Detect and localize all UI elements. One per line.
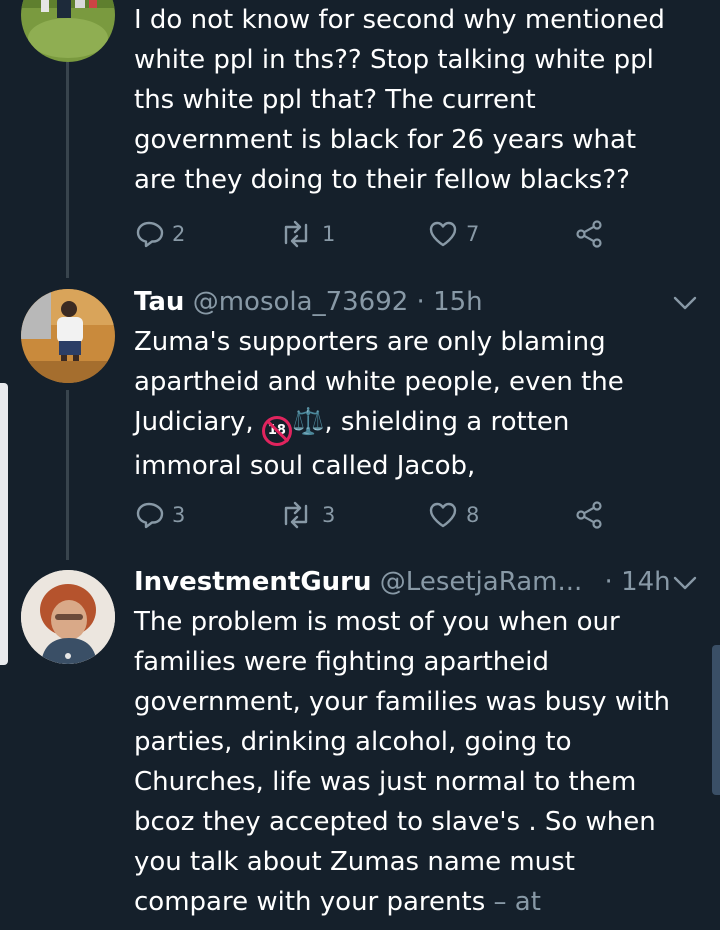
tweet-2-line: Zuma's supporters are only blaming (134, 327, 606, 357)
share-icon (576, 501, 602, 529)
tweet-3-line: bcoz they accepted to slave's . So when (134, 807, 656, 837)
chevron-down-icon[interactable] (672, 293, 698, 313)
user-handle[interactable]: @mosola_73692 (193, 287, 409, 317)
tweet-2-header: Tau @mosola_73692 · 15h (134, 286, 700, 318)
retweet-icon (284, 501, 308, 529)
reply-button[interactable]: 2 (134, 216, 185, 252)
tweet-1-line: ths white ppl that? The current (134, 85, 536, 115)
tweet-1-line: I do not know for second why mentioned (134, 5, 665, 35)
separator: · (604, 567, 613, 597)
share-icon (576, 220, 602, 248)
tweet-1-actions: 2 1 7 (134, 216, 604, 252)
tweet-3-line: Churches, life was just normal to them (134, 767, 637, 797)
tweet-3-text: The problem is most of you when our fami… (134, 602, 700, 922)
retweet-button[interactable]: 3 (278, 497, 335, 533)
chevron-down-icon[interactable] (672, 573, 698, 593)
like-count: 7 (466, 222, 480, 246)
reply-icon (136, 502, 164, 529)
reply-count: 3 (172, 503, 186, 527)
tweet-1-line: white ppl in ths?? Stop talking white pp… (134, 45, 654, 75)
avatar-tweet-1[interactable] (21, 0, 115, 62)
tweet-3-header: InvestmentGuru @LesetjaRam... · 14h (134, 566, 700, 598)
retweet-button[interactable]: 1 (278, 216, 335, 252)
like-button[interactable]: 8 (428, 497, 479, 533)
retweet-icon (284, 220, 308, 248)
tweet-2-line-part: Judiciary, (134, 407, 262, 437)
share-button[interactable] (574, 497, 604, 533)
avatar-tweet-2[interactable] (21, 289, 115, 383)
like-button[interactable]: 7 (428, 216, 479, 252)
user-handle[interactable]: @LesetjaRam... (380, 567, 582, 597)
retweet-count: 3 (322, 503, 336, 527)
tweet-2-actions: 3 3 8 (134, 497, 604, 533)
thread-line-middle (66, 390, 69, 560)
like-count: 8 (466, 503, 480, 527)
tweet-2-line: immoral soul called Jacob, (134, 451, 476, 481)
thread-line-top (66, 62, 69, 278)
tweet-1-text: I do not know for second why mentioned w… (134, 0, 700, 200)
tweet-2-line-part: , shielding a rotten (324, 407, 570, 437)
timestamp[interactable]: 15h (433, 287, 483, 317)
display-name[interactable]: Tau (134, 287, 184, 317)
tweet-3-line-part: compare with your parents (134, 887, 486, 917)
tweet-2-line: Judiciary, 18 ⚖️, shielding a rotten (134, 402, 700, 446)
retweet-count: 1 (322, 222, 336, 246)
truncation-text: – at (485, 887, 541, 917)
share-button[interactable] (574, 216, 604, 252)
heart-icon (429, 221, 457, 247)
tweet-3-line: parties, drinking alcohol, going to (134, 727, 572, 757)
no-under-18-emoji: 18 (261, 416, 292, 446)
reply-icon (136, 221, 164, 248)
tweet-2-text: Zuma's supporters are only blaming apart… (134, 322, 700, 486)
balance-scale-emoji: ⚖️ (291, 407, 325, 437)
avatar-tweet-3[interactable] (21, 570, 115, 664)
scrollbar-thumb[interactable] (712, 645, 720, 795)
separator: · (416, 287, 425, 317)
tweet-1-line: are they doing to their fellow blacks?? (134, 165, 630, 195)
reply-button[interactable]: 3 (134, 497, 185, 533)
reply-count: 2 (172, 222, 186, 246)
tweet-2-line: apartheid and white people, even the (134, 367, 624, 397)
timestamp[interactable]: 14h (621, 567, 671, 597)
tweet-3-line: compare with your parents – at (134, 882, 700, 922)
scroll-indicator (0, 383, 8, 665)
heart-icon (429, 502, 457, 528)
display-name[interactable]: InvestmentGuru (134, 567, 372, 597)
tweet-3-line: families were fighting apartheid (134, 647, 550, 677)
tweet-3-line: you talk about Zumas name must (134, 847, 575, 877)
tweet-3-line: government, your families was busy with (134, 687, 670, 717)
tweet-3-line: The problem is most of you when our (134, 607, 620, 637)
tweet-1-line: government is black for 26 years what (134, 125, 637, 155)
